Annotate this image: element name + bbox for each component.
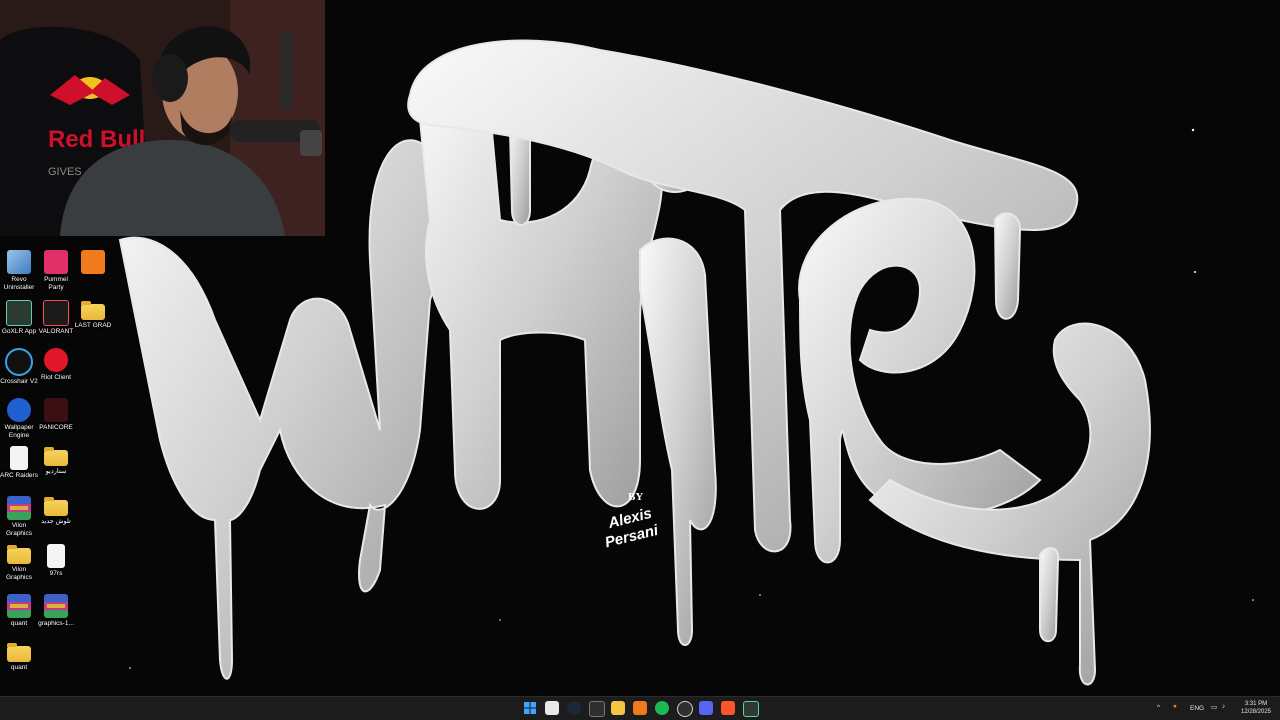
desktop-icon-wallpaper-engine[interactable]: Wallpaper Engine [0, 396, 38, 439]
desktop-icon-last-grad[interactable]: LAST GRAD [74, 298, 112, 330]
desktop-icon-stardew[interactable]: ستارديو [37, 444, 75, 476]
goxlr-icon[interactable] [743, 701, 759, 717]
desktop-icon-vilon-graphics-folder[interactable]: Vilon Graphics [0, 542, 38, 581]
webcam-brand-2: GIVES [48, 166, 82, 178]
calendar-icon[interactable] [545, 701, 559, 715]
desktop-icon-app-a[interactable] [74, 248, 112, 276]
brave-icon[interactable] [721, 701, 735, 715]
goxlr-icon [6, 300, 32, 326]
document-icon [47, 544, 65, 568]
desktop-icon-97rs[interactable]: 97rs [37, 542, 75, 578]
taskbar: ^ ● ENG ▭ ♪ 3:31 PM 12/28/2025 [0, 696, 1280, 720]
folder-icon [44, 497, 68, 516]
obs-icon[interactable] [677, 701, 693, 717]
webcam-overlay: Red Bull GIVES [0, 0, 325, 236]
desktop-icon-quant-archive[interactable]: quant [0, 592, 38, 628]
winrar-icon [7, 594, 31, 618]
folder-icon [81, 301, 105, 320]
riot-client-icon [44, 348, 68, 372]
taskbar-clock[interactable]: 3:31 PM 12/28/2025 [1236, 700, 1276, 716]
revo-uninstaller-icon [7, 250, 31, 274]
wallpaper-engine-icon [7, 398, 31, 422]
winrar-icon [7, 496, 31, 520]
valorant-icon [43, 300, 69, 326]
clock-date: 12/28/2025 [1240, 709, 1272, 715]
panicore-icon [44, 398, 68, 422]
start-icon[interactable] [523, 701, 537, 715]
winrar-icon [44, 594, 68, 618]
volume-icon[interactable]: ♪ [1222, 703, 1225, 710]
desktop-icon-grid: Revo Uninstaller Pummel Party GoXLR App … [0, 244, 120, 684]
desktop-icon-pummel-party[interactable]: Pummel Party [37, 248, 75, 291]
spotify-icon[interactable] [655, 701, 669, 715]
desktop-icon-crosshair[interactable]: Crosshair V2 [0, 346, 38, 386]
chevron-up-icon[interactable]: ^ [1157, 704, 1160, 711]
network-icon[interactable]: ▭ [1211, 703, 1217, 711]
app-icon[interactable] [589, 701, 605, 717]
app-a-icon[interactable] [633, 701, 647, 715]
app-a-icon [81, 250, 105, 274]
crosshair-icon [5, 348, 33, 376]
desktop-icon-arc-raiders[interactable]: ARC Raiders [0, 444, 38, 480]
steam-icon[interactable] [567, 701, 581, 715]
desktop-icon-quant-folder[interactable]: quant [0, 640, 38, 672]
wallpaper-credit-by: BY [628, 491, 643, 503]
file-explorer-icon[interactable] [611, 701, 625, 715]
clock-time: 3:31 PM [1244, 701, 1268, 707]
desktop-icon-panicore[interactable]: PANICORE [37, 396, 75, 432]
desktop-icon-new-folder[interactable]: تلوش جديد [37, 494, 75, 526]
desktop-icon-vilon-graphics-archive[interactable]: Vilon Graphics [0, 494, 38, 537]
desktop-icon-valorant[interactable]: VALORANT [37, 298, 75, 336]
desktop-icon-goxlr[interactable]: GoXLR App [0, 298, 38, 336]
pummel-party-icon [44, 250, 68, 274]
desktop-icon-revo-uninstaller[interactable]: Revo Uninstaller [0, 248, 38, 291]
language-indicator[interactable]: ENG [1190, 705, 1204, 712]
folder-icon [7, 643, 31, 662]
desktop-icon-graphics-archive[interactable]: graphics-1... [37, 592, 75, 628]
desktop-icon-riot-client[interactable]: Riot Client [37, 346, 75, 382]
stardew-folder-icon [44, 447, 68, 466]
folder-icon [7, 545, 31, 564]
document-icon [10, 446, 28, 470]
microphone-icon[interactable]: ● [1173, 703, 1177, 710]
discord-icon[interactable] [699, 701, 713, 715]
